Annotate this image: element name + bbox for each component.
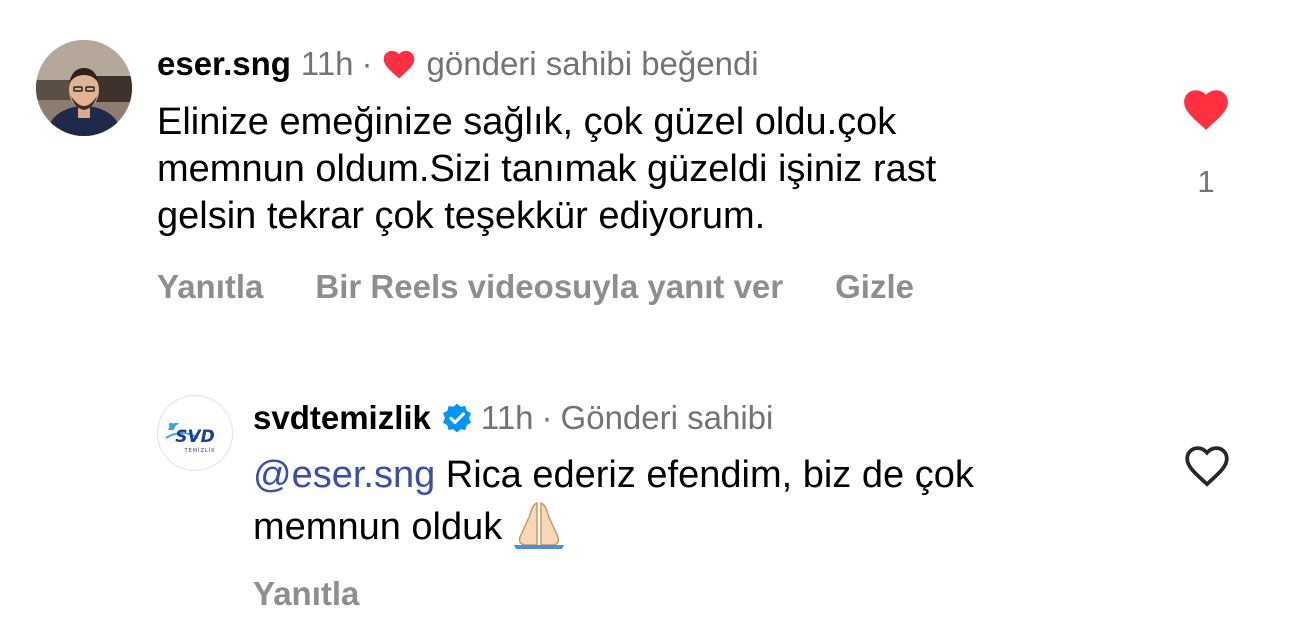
reply-text: @eser.sng Rica ederiz efendim, biz de ço… xyxy=(253,452,974,551)
username[interactable]: svdtemizlik xyxy=(253,398,431,438)
reply-button[interactable]: Yanıtla xyxy=(157,267,263,307)
timestamp: 11h xyxy=(480,399,534,436)
comment-actions: Yanıtla Bir Reels videosuyla yanıt ver G… xyxy=(157,267,966,307)
svd-logo: SVD TEMİZLİK xyxy=(165,422,216,454)
profile-photo xyxy=(36,40,132,136)
like-heart-icon[interactable] xyxy=(1181,86,1231,137)
comment-text-line: Elinize emeğinize sağlık, çok güzel oldu… xyxy=(157,101,897,143)
comment-text: Elinize emeğinize sağlık, çok güzel oldu… xyxy=(157,99,936,240)
comment-header: eser.sng 11h · gönderi sahibi beğendi xyxy=(157,44,759,84)
reply-text-content: memnun olduk xyxy=(253,506,503,548)
heart-outline-icon[interactable] xyxy=(1182,442,1232,493)
reply-button[interactable]: Yanıtla xyxy=(253,574,359,614)
reply-text-content: Rica ederiz efendim, biz de çok xyxy=(435,454,974,496)
reply-actions: Yanıtla xyxy=(253,574,411,614)
reels-reply-button[interactable]: Bir Reels videosuyla yanıt ver xyxy=(315,267,783,307)
reply-header: svdtemizlik 11h · Gönderi sahibi xyxy=(253,398,773,438)
heart-icon xyxy=(381,48,417,80)
username[interactable]: eser.sng xyxy=(157,44,291,84)
author-label: Gönderi sahibi xyxy=(560,399,774,436)
svg-text:TEMİZLİK: TEMİZLİK xyxy=(184,447,216,454)
like-count[interactable]: 1 xyxy=(1186,164,1226,200)
folded-hands-icon xyxy=(510,499,568,549)
comment-text-line: gelsin tekrar çok teşekkür ediyorum. xyxy=(157,195,766,237)
reply-text-line: @eser.sng Rica ederiz efendim, biz de ço… xyxy=(253,452,974,499)
avatar[interactable]: SVD TEMİZLİK xyxy=(157,395,233,471)
avatar[interactable] xyxy=(36,40,132,136)
svg-text:SVD: SVD xyxy=(175,427,215,447)
mention-link[interactable]: @eser.sng xyxy=(253,454,435,496)
separator: · xyxy=(361,45,373,82)
verified-badge-icon xyxy=(441,402,473,434)
liked-by-author-label: gönderi sahibi beğendi xyxy=(426,45,759,82)
hide-button[interactable]: Gizle xyxy=(835,267,914,307)
comment-text-line: memnun oldum.Sizi tanımak güzeldi işiniz… xyxy=(157,148,937,190)
timestamp: 11h xyxy=(300,45,354,82)
separator: · xyxy=(541,399,553,436)
reply-text-line: memnun olduk xyxy=(253,499,974,551)
